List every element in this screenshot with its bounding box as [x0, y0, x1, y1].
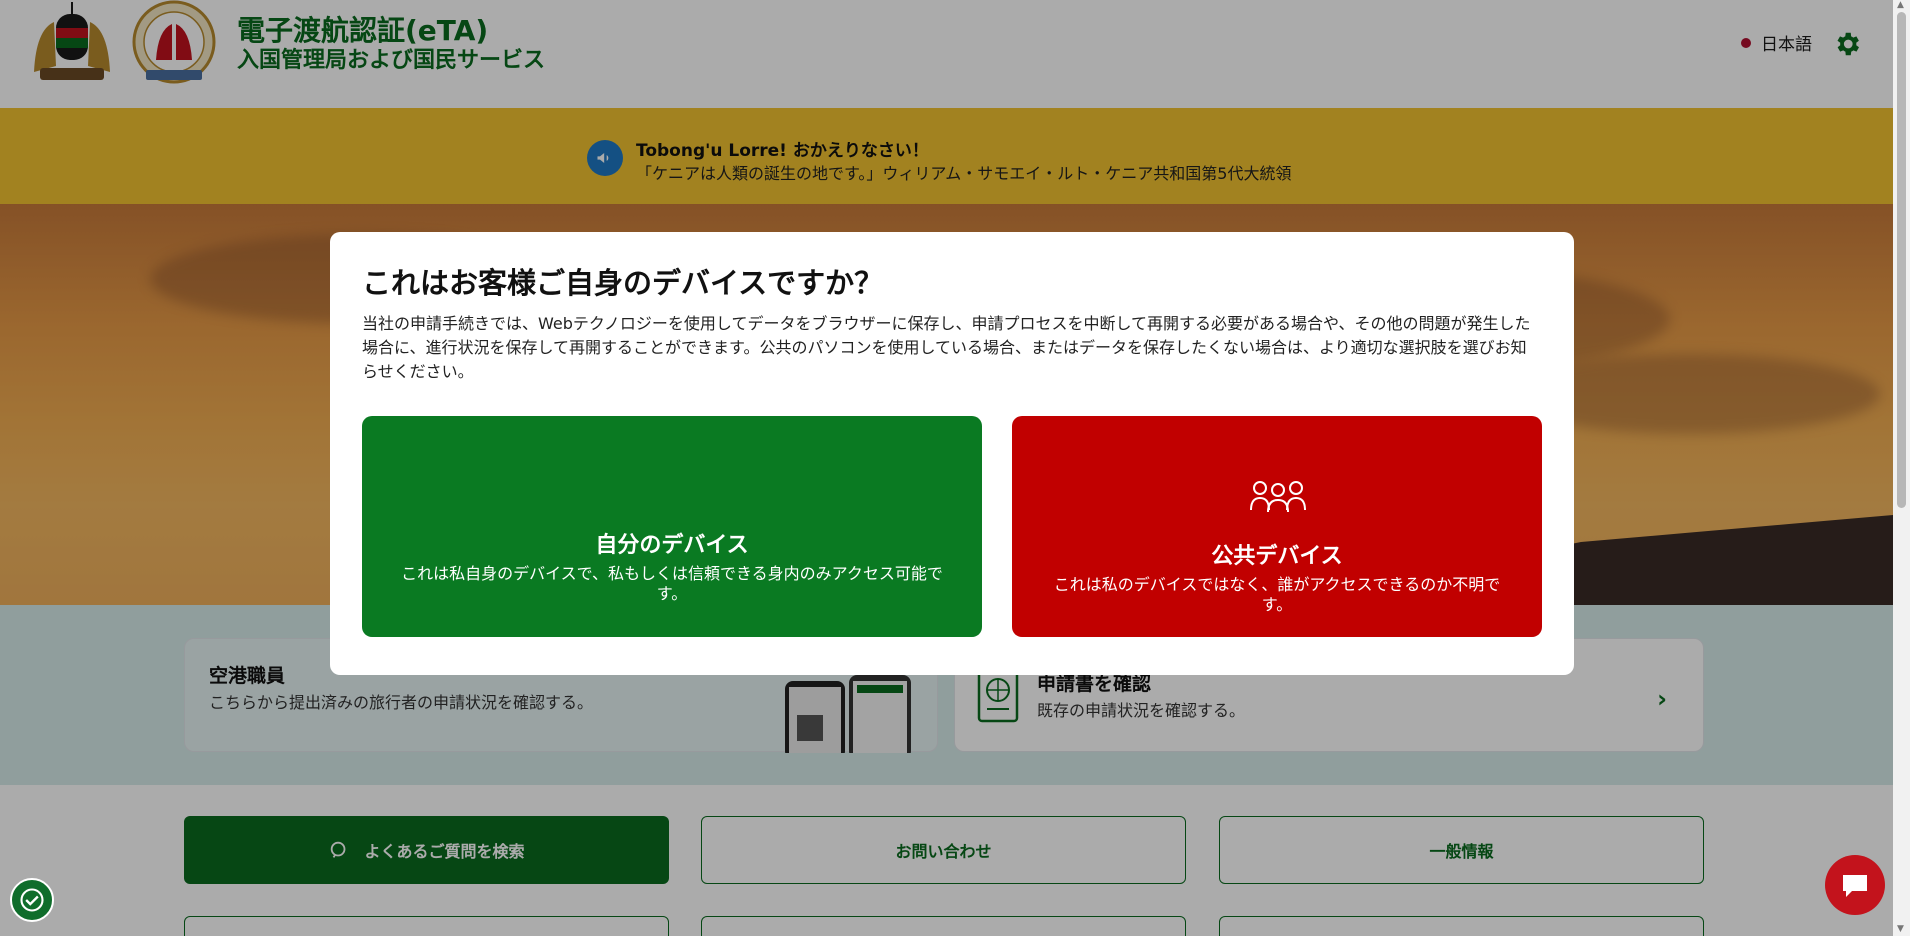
own-device-title: 自分のデバイス	[595, 533, 749, 558]
public-device-description: これは私のデバイスではなく、誰がアクセスできるのか不明です。	[1053, 575, 1501, 614]
accessibility-button[interactable]	[10, 878, 54, 922]
public-device-title: 公共デバイス	[1211, 544, 1343, 569]
accessibility-icon	[20, 888, 44, 912]
people-icon	[1250, 481, 1306, 512]
scrollbar[interactable]: ▲ ▼	[1893, 0, 1910, 936]
device-choice-dialog: これはお客様ご自身のデバイスですか？ 当社の申請手続きでは、Webテクノロジーを…	[330, 232, 1574, 675]
scrollbar-thumb[interactable]	[1897, 12, 1906, 508]
own-device-description: これは私自身のデバイスで、私もしくは信頼できる身内のみアクセス可能です。	[401, 564, 943, 603]
public-device-button[interactable]: 公共デバイス これは私のデバイスではなく、誰がアクセスできるのか不明です。	[1012, 416, 1542, 637]
chat-icon	[1843, 875, 1867, 897]
chat-button[interactable]	[1825, 855, 1885, 915]
dialog-title: これはお客様ご自身のデバイスですか？	[362, 266, 884, 300]
scroll-up-icon[interactable]: ▲	[1897, 0, 1904, 10]
scroll-down-icon[interactable]: ▼	[1897, 924, 1904, 934]
dialog-description: 当社の申請手続きでは、Webテクノロジーを使用してデータをブラウザーに保存し、申…	[362, 314, 1531, 381]
own-device-button[interactable]: 自分のデバイス これは私自身のデバイスで、私もしくは信頼できる身内のみアクセス可…	[362, 416, 982, 637]
